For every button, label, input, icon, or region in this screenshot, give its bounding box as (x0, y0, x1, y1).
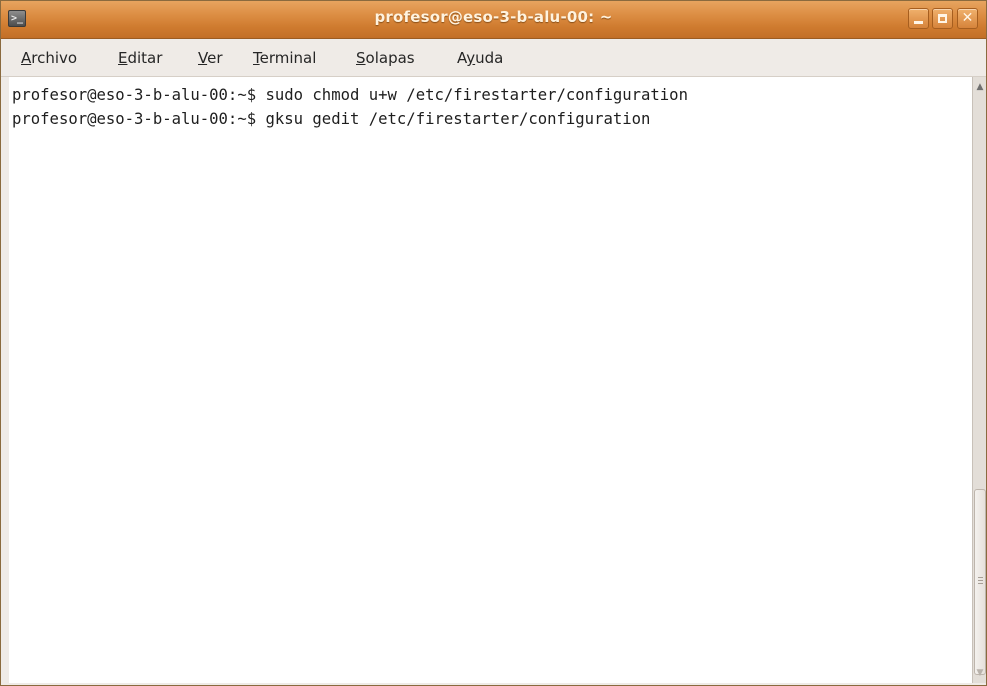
menu-solapas-mnemonic: S (356, 49, 366, 67)
menu-ayuda[interactable]: Ayuda (457, 48, 503, 68)
title-bar[interactable]: >_ profesor@eso-3-b-alu-00: ~ ✕ (1, 1, 986, 39)
menu-editar-label: ditar (127, 49, 163, 67)
menu-ver[interactable]: Ver (198, 48, 223, 68)
menu-terminal-label: erminal (259, 49, 317, 67)
terminal-window: >_ profesor@eso-3-b-alu-00: ~ ✕ Archivo … (0, 0, 987, 686)
terminal-output[interactable]: profesor@eso-3-b-alu-00:~$ sudo chmod u+… (9, 77, 972, 683)
scroll-up-icon[interactable]: ▲ (973, 79, 986, 96)
terminal-line: profesor@eso-3-b-alu-00:~$ sudo chmod u+… (12, 86, 688, 104)
menu-ayuda-label: uda (475, 49, 504, 67)
menu-solapas-label: olapas (365, 49, 415, 67)
minimize-icon (914, 21, 923, 24)
close-icon: ✕ (961, 10, 974, 26)
grip-icon (978, 577, 983, 584)
scroll-down-icon[interactable]: ▼ (973, 665, 986, 682)
close-button[interactable]: ✕ (957, 8, 978, 29)
menu-ver-label: er (207, 49, 223, 67)
menu-archivo[interactable]: Archivo (21, 48, 77, 68)
maximize-icon (938, 14, 947, 23)
menu-ver-mnemonic: V (198, 49, 208, 67)
menu-bar: Archivo Editar Ver Terminal Solapas Ayud… (1, 39, 986, 77)
menu-archivo-mnemonic: A (21, 49, 32, 67)
menu-editar[interactable]: Editar (118, 48, 162, 68)
menu-terminal-mnemonic: T (253, 49, 260, 67)
maximize-button[interactable] (932, 8, 953, 29)
menu-ayuda-mnemonic: y (466, 49, 476, 67)
terminal-line: profesor@eso-3-b-alu-00:~$ gksu gedit /e… (12, 110, 651, 128)
minimize-button[interactable] (908, 8, 929, 29)
menu-terminal[interactable]: Terminal (253, 48, 316, 68)
vertical-scrollbar[interactable]: ▲ ▼ (972, 77, 986, 683)
scroll-thumb[interactable] (974, 489, 986, 675)
menu-solapas[interactable]: Solapas (356, 48, 415, 68)
menu-ayuda-prefix: A (457, 49, 467, 67)
window-title: profesor@eso-3-b-alu-00: ~ (374, 8, 613, 26)
menu-archivo-label: rchivo (31, 49, 78, 67)
